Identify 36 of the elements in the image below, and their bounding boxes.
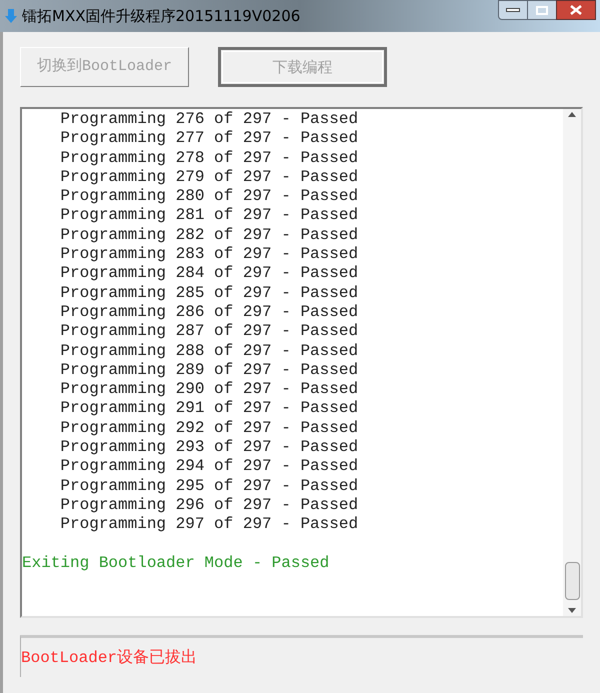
log-line: Programming 289 of 297 - Passed bbox=[59, 360, 358, 380]
log-line: Programming 296 of 297 - Passed bbox=[59, 496, 358, 516]
close-button[interactable] bbox=[556, 0, 596, 20]
scroll-up-icon[interactable] bbox=[568, 112, 576, 117]
log-line: Programming 295 of 297 - Passed bbox=[59, 476, 358, 496]
log-line: Programming 277 of 297 - Passed bbox=[59, 129, 358, 149]
scroll-thumb[interactable] bbox=[564, 562, 580, 600]
log-line: Programming 294 of 297 - Passed bbox=[59, 457, 358, 477]
log-line: Programming 284 of 297 - Passed bbox=[59, 264, 358, 284]
log-line: Programming 280 of 297 - Passed bbox=[59, 187, 358, 206]
log-line: Programming 297 of 297 - Passed bbox=[59, 515, 358, 535]
log-line: Programming 279 of 297 - Passed bbox=[59, 168, 358, 188]
log-line: Programming 293 of 297 - Passed bbox=[59, 438, 358, 458]
log-line: Programming 283 of 297 - Passed bbox=[59, 245, 358, 264]
maximize-button[interactable] bbox=[528, 0, 556, 20]
log-line: Programming 288 of 297 - Passed bbox=[59, 342, 358, 361]
log-line: Programming 292 of 297 - Passed bbox=[59, 418, 358, 438]
log-line: Programming 285 of 297 - Passed bbox=[59, 284, 358, 303]
app-icon bbox=[4, 8, 18, 24]
log-line: Programming 287 of 297 - Passed bbox=[59, 322, 358, 342]
close-icon bbox=[570, 5, 582, 15]
log-line: Programming 276 of 297 - Passed bbox=[59, 110, 358, 130]
log-line: Programming 286 of 297 - Passed bbox=[59, 302, 358, 322]
log-line: Programming 278 of 297 - Passed bbox=[59, 148, 358, 168]
minimize-icon bbox=[506, 8, 520, 12]
status-text: BootLoader设备已拔出 bbox=[21, 648, 198, 669]
log-line: Programming 282 of 297 - Passed bbox=[59, 226, 358, 246]
log-line: Exiting Bootloader Mode - Passed bbox=[22, 554, 330, 574]
log-line: Programming 281 of 297 - Passed bbox=[59, 206, 358, 226]
log-line: Programming 291 of 297 - Passed bbox=[59, 399, 358, 419]
minimize-button[interactable] bbox=[498, 0, 528, 20]
scroll-down-icon[interactable] bbox=[568, 608, 576, 613]
maximize-icon bbox=[536, 6, 548, 14]
window-title: 镭拓MXX固件升级程序20151119V0206 bbox=[22, 6, 300, 27]
scrollbar[interactable] bbox=[563, 109, 581, 616]
log-line: Programming 290 of 297 - Passed bbox=[59, 380, 358, 400]
